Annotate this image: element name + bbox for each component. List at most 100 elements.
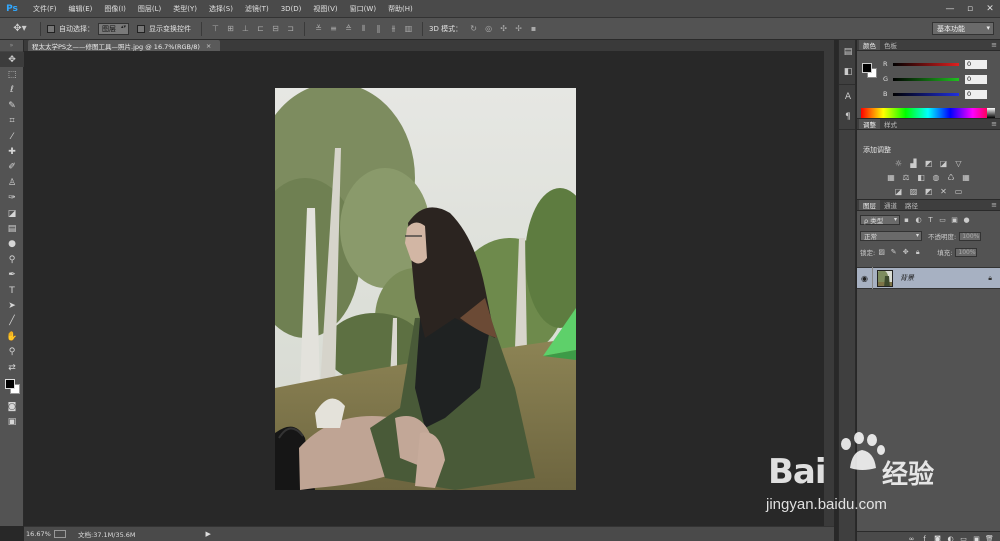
- quick-mask-icon[interactable]: ◙: [0, 399, 24, 414]
- distribute-hcenter-icon[interactable]: ‖: [372, 23, 385, 35]
- tab-channels[interactable]: 通道: [880, 200, 901, 210]
- color-lookup-icon[interactable]: ▦: [960, 172, 973, 183]
- red-value[interactable]: 0: [965, 59, 987, 69]
- color-balance-icon[interactable]: ⚖: [900, 172, 913, 183]
- hue-saturation-icon[interactable]: ▦: [885, 172, 898, 183]
- exposure-icon[interactable]: ◪: [937, 158, 950, 169]
- threshold-icon[interactable]: ◩: [922, 186, 935, 197]
- clone-stamp-tool-icon[interactable]: ♙: [0, 175, 24, 190]
- gradient-map-icon[interactable]: ▭: [952, 186, 965, 197]
- menu-filter[interactable]: 滤镜(T): [239, 4, 275, 14]
- eye-icon[interactable]: ◉: [857, 267, 873, 289]
- panel-menu-icon[interactable]: ≡: [991, 41, 997, 49]
- filter-adjust-icon[interactable]: ◐: [913, 215, 924, 225]
- panel-foreground-color[interactable]: [862, 63, 872, 73]
- menu-select[interactable]: 选择(S): [203, 4, 239, 14]
- 3d-rotate-icon[interactable]: ↻: [467, 23, 480, 35]
- auto-select-checkbox[interactable]: [47, 24, 55, 33]
- 3d-scale-icon[interactable]: ▪: [527, 23, 540, 35]
- align-hcenter-icon[interactable]: ⊟: [269, 23, 282, 35]
- menu-help[interactable]: 帮助(H): [382, 4, 419, 14]
- align-vcenter-icon[interactable]: ⊞: [224, 23, 237, 35]
- fill-value[interactable]: 100%: [955, 247, 978, 257]
- document-photo[interactable]: [275, 88, 576, 490]
- close-tab-icon[interactable]: ×: [206, 42, 211, 50]
- status-menu-arrow[interactable]: ▶: [206, 530, 211, 538]
- filter-shape-icon[interactable]: ▭: [937, 215, 948, 225]
- brightness-icon[interactable]: ☼: [892, 158, 905, 169]
- distribute-bottom-icon[interactable]: ≙: [342, 23, 355, 35]
- distribute-left-icon[interactable]: ⫴: [357, 23, 370, 35]
- levels-icon[interactable]: ▟: [907, 158, 920, 169]
- filter-type-icon[interactable]: T: [925, 215, 936, 225]
- swap-colors-icon[interactable]: ⇄: [0, 360, 24, 375]
- vibrance-icon[interactable]: ▽: [952, 158, 965, 169]
- shape-tool-icon[interactable]: ╱: [0, 314, 24, 329]
- lock-position-icon[interactable]: ✥: [900, 247, 911, 257]
- crop-tool-icon[interactable]: ⌗: [0, 114, 24, 129]
- new-group-icon[interactable]: ▭: [957, 534, 970, 541]
- hand-tool-icon[interactable]: ✋: [0, 329, 24, 344]
- curves-icon[interactable]: ◩: [922, 158, 935, 169]
- auto-select-dropdown[interactable]: 图层: [98, 22, 129, 35]
- 3d-pan-icon[interactable]: ✣: [497, 23, 510, 35]
- paragraph-panel-icon[interactable]: ¶: [839, 107, 857, 127]
- add-mask-icon[interactable]: ◙: [931, 534, 944, 541]
- quick-select-tool-icon[interactable]: ✎: [0, 98, 24, 113]
- foreground-color[interactable]: [5, 379, 15, 390]
- dodge-tool-icon[interactable]: ⚲: [0, 252, 24, 267]
- auto-align-icon[interactable]: ▥: [402, 23, 415, 35]
- lock-all-icon[interactable]: 🔒︎: [912, 247, 923, 257]
- toolbox-grip[interactable]: »: [0, 40, 23, 52]
- lasso-tool-icon[interactable]: ℓ: [0, 83, 24, 98]
- invert-icon[interactable]: ◪: [892, 186, 905, 197]
- workspace-dropdown[interactable]: 基本功能: [932, 22, 994, 35]
- panel-menu-icon[interactable]: ≡: [991, 120, 997, 128]
- align-left-icon[interactable]: ⊏: [254, 23, 267, 35]
- status-preview-icon[interactable]: [54, 530, 66, 538]
- zoom-tool-icon[interactable]: ⚲: [0, 344, 24, 359]
- new-layer-icon[interactable]: ▣: [970, 534, 983, 541]
- layer-filter-dropdown[interactable]: ρ 类型: [860, 215, 900, 225]
- move-tool-icon[interactable]: ✥: [0, 52, 24, 68]
- filter-pixel-icon[interactable]: ▪: [901, 215, 912, 225]
- blend-mode-dropdown[interactable]: 正常: [860, 231, 922, 241]
- history-brush-tool-icon[interactable]: ✑: [0, 191, 24, 206]
- align-right-icon[interactable]: ⊐: [284, 23, 297, 35]
- selective-color-icon[interactable]: ✕: [937, 186, 950, 197]
- channel-mixer-icon[interactable]: ♺: [945, 172, 958, 183]
- document-tab[interactable]: 程太太学PS之——修图工具—照片.jpg @ 16.7%(RGB/8) ×: [28, 40, 220, 51]
- posterize-icon[interactable]: ▨: [907, 186, 920, 197]
- tab-swatches[interactable]: 色板: [880, 40, 901, 50]
- screen-mode-icon[interactable]: ▣: [0, 415, 24, 430]
- tab-adjustments[interactable]: 调整: [859, 119, 880, 129]
- type-tool-icon[interactable]: T: [0, 283, 24, 298]
- color-spectrum[interactable]: [861, 108, 995, 118]
- close-button[interactable]: ✕: [980, 0, 1000, 18]
- properties-panel-icon[interactable]: ◧: [839, 62, 857, 82]
- brush-tool-icon[interactable]: ✐: [0, 160, 24, 175]
- pen-tool-icon[interactable]: ✒: [0, 267, 24, 282]
- marquee-tool-icon[interactable]: ⬚: [0, 67, 24, 82]
- move-tool-preset-icon[interactable]: ✥▾: [6, 20, 34, 38]
- menu-3d[interactable]: 3D(D): [275, 5, 308, 13]
- canvas-area[interactable]: [24, 51, 834, 526]
- 3d-slide-icon[interactable]: ✢: [512, 23, 525, 35]
- eraser-tool-icon[interactable]: ◪: [0, 206, 24, 221]
- path-select-tool-icon[interactable]: ➤: [0, 298, 24, 313]
- menu-edit[interactable]: 编辑(E): [63, 4, 99, 14]
- opacity-value[interactable]: 100%: [959, 231, 982, 241]
- healing-brush-tool-icon[interactable]: ✚: [0, 144, 24, 159]
- blue-value[interactable]: 0: [965, 89, 987, 99]
- lock-image-icon[interactable]: ✎: [888, 247, 899, 257]
- align-bottom-icon[interactable]: ⊥: [239, 23, 252, 35]
- gradient-tool-icon[interactable]: ▤: [0, 221, 24, 236]
- blur-tool-icon[interactable]: ●: [0, 237, 24, 252]
- history-panel-icon[interactable]: ▤: [839, 42, 857, 62]
- tab-layers[interactable]: 图层: [859, 200, 880, 210]
- lock-transparent-icon[interactable]: ▨: [876, 247, 887, 257]
- menu-image[interactable]: 图像(I): [98, 4, 132, 14]
- tab-color[interactable]: 颜色: [859, 40, 880, 50]
- green-slider[interactable]: [893, 77, 959, 81]
- zoom-level[interactable]: 16.67%: [24, 529, 51, 539]
